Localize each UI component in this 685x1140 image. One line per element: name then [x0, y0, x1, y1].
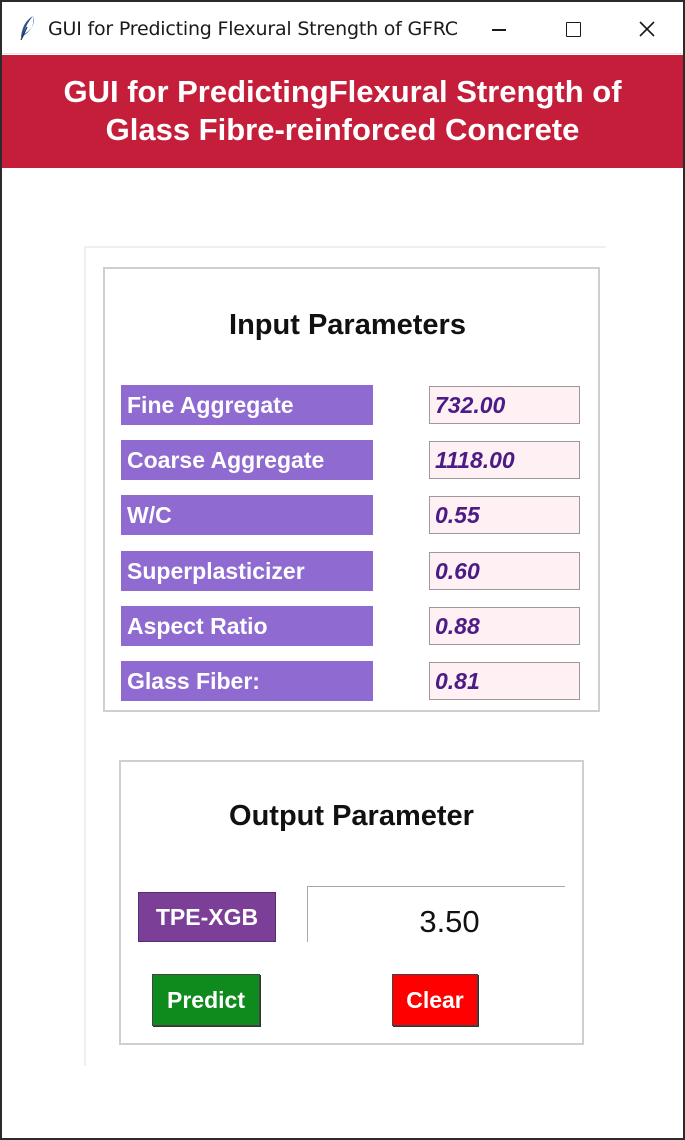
param-label-glass-fiber: Glass Fiber: — [121, 661, 373, 701]
window-title: GUI for Predicting Flexural Strength of … — [48, 18, 458, 40]
model-label: TPE-XGB — [138, 892, 276, 942]
minimize-icon[interactable] — [476, 12, 522, 46]
input-parameters-panel: Input Parameters Fine Aggregate 732.00 C… — [103, 267, 600, 712]
header-title-line-1: GUI for PredictingFlexural Strength of — [63, 74, 622, 109]
param-label-fine-aggregate: Fine Aggregate — [121, 385, 373, 425]
clear-button[interactable]: Clear — [392, 974, 478, 1026]
maximize-icon[interactable] — [550, 12, 596, 46]
param-label-aspect-ratio: Aspect Ratio — [121, 606, 373, 646]
title-bar: GUI for Predicting Flexural Strength of … — [2, 2, 683, 54]
input-parameters-title: Input Parameters — [229, 309, 466, 341]
close-icon[interactable] — [624, 12, 670, 46]
param-input-fine-aggregate[interactable]: 732.00 — [429, 386, 580, 424]
param-label-superplasticizer: Superplasticizer — [121, 551, 373, 591]
param-input-wc[interactable]: 0.55 — [429, 496, 580, 534]
param-input-coarse-aggregate[interactable]: 1118.00 — [429, 441, 580, 479]
param-label-wc: W/C — [121, 495, 373, 535]
header-title-line-2: Glass Fibre-reinforced Concrete — [105, 112, 580, 147]
header-banner: GUI for PredictingFlexural Strength of G… — [2, 55, 683, 168]
param-input-superplasticizer[interactable]: 0.60 — [429, 552, 580, 590]
param-label-coarse-aggregate: Coarse Aggregate — [121, 440, 373, 480]
param-input-glass-fiber[interactable]: 0.81 — [429, 662, 580, 700]
output-parameter-title: Output Parameter — [229, 800, 474, 832]
output-parameter-panel: Output Parameter TPE-XGB 3.50 Predict Cl… — [119, 760, 584, 1045]
param-input-aspect-ratio[interactable]: 0.88 — [429, 607, 580, 645]
app-window: GUI for Predicting Flexural Strength of … — [0, 0, 685, 1140]
feather-icon — [20, 16, 34, 41]
predict-button[interactable]: Predict — [152, 974, 260, 1026]
result-output-field: 3.50 — [307, 886, 565, 942]
